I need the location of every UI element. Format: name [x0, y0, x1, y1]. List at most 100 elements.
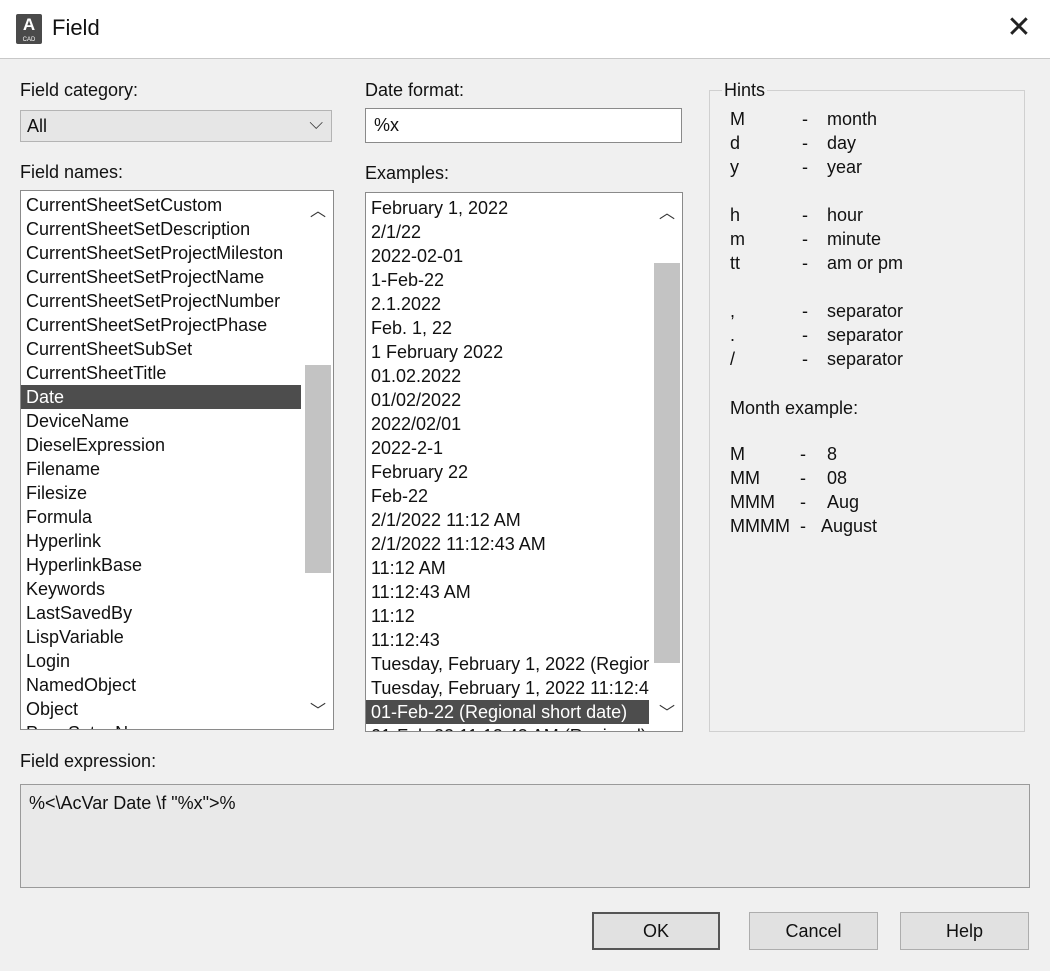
- hint-key: m: [730, 229, 745, 249]
- field-name-item[interactable]: Login: [21, 649, 301, 673]
- field-name-item[interactable]: Date: [21, 385, 301, 409]
- field-name-item[interactable]: LastSavedBy: [21, 601, 301, 625]
- title-bar: A CAD Field ✕: [0, 0, 1050, 59]
- ok-button[interactable]: OK: [592, 912, 720, 950]
- field-name-item[interactable]: CurrentSheetSetProjectMileston: [21, 241, 301, 265]
- field-name-item[interactable]: PageSetupName: [21, 721, 301, 729]
- field-name-item[interactable]: Filesize: [21, 481, 301, 505]
- field-names-scrollbar[interactable]: ︿ ﹀: [303, 191, 333, 729]
- field-name-item[interactable]: Filename: [21, 457, 301, 481]
- example-item[interactable]: 11:12 AM: [366, 556, 649, 580]
- hint-description: 8: [827, 444, 838, 464]
- hint-key: MM: [730, 468, 760, 488]
- field-name-item[interactable]: DieselExpression: [21, 433, 301, 457]
- scroll-down-icon[interactable]: ﹀: [303, 697, 333, 721]
- example-item[interactable]: 01-Feb-22 (Regional short date): [366, 700, 649, 724]
- hint-description: month: [827, 109, 878, 129]
- field-name-item[interactable]: LispVariable: [21, 625, 301, 649]
- example-item[interactable]: 11:12: [366, 604, 649, 628]
- help-button[interactable]: Help: [900, 912, 1029, 950]
- examples-scrollbar[interactable]: ︿ ﹀: [652, 193, 682, 731]
- hint-key: MMMM: [730, 516, 790, 536]
- hint-dash: -: [802, 325, 808, 345]
- scrollbar-thumb[interactable]: [654, 263, 680, 663]
- example-item[interactable]: 11:12:43 AM: [366, 580, 649, 604]
- chevron-down-icon: ⌵: [309, 113, 323, 133]
- field-name-item[interactable]: Object: [21, 697, 301, 721]
- cancel-button[interactable]: Cancel: [749, 912, 878, 950]
- field-name-item[interactable]: CurrentSheetSetDescription: [21, 217, 301, 241]
- example-item[interactable]: Feb-22: [366, 484, 649, 508]
- example-item[interactable]: 2022-02-01: [366, 244, 649, 268]
- field-expression-box[interactable]: %<\AcVar Date \f "%x">%: [20, 784, 1030, 888]
- hint-dash: -: [800, 468, 806, 488]
- app-icon-sub: CAD: [22, 37, 36, 43]
- example-item[interactable]: 2022/02/01: [366, 412, 649, 436]
- example-item[interactable]: 01-Feb-22 11:12:43 AM (Regional): [366, 724, 649, 731]
- example-item[interactable]: February 1, 2022: [366, 196, 649, 220]
- field-name-item[interactable]: CurrentSheetSubSet: [21, 337, 301, 361]
- example-item[interactable]: 2/1/22: [366, 220, 649, 244]
- hint-key: M: [730, 109, 745, 129]
- hint-description: Aug: [827, 492, 860, 512]
- scroll-down-icon[interactable]: ﹀: [652, 699, 682, 723]
- close-icon[interactable]: ✕: [1000, 8, 1038, 48]
- examples-list[interactable]: 01-Feb-22 11:12:43 AM (Regional)01-Feb-2…: [365, 192, 683, 732]
- field-name-item[interactable]: CurrentSheetSetProjectNumber: [21, 289, 301, 313]
- example-item[interactable]: 2022-2-1: [366, 436, 649, 460]
- app-icon-letter: A: [22, 15, 36, 34]
- example-item[interactable]: Tuesday, February 1, 2022 (Regional long…: [366, 652, 649, 676]
- month-example-label: Month example:: [730, 398, 859, 418]
- field-name-item[interactable]: DeviceName: [21, 409, 301, 433]
- field-category-dropdown[interactable]: All ⌵: [20, 110, 332, 142]
- hint-dash: -: [802, 109, 808, 129]
- hint-key: ,: [730, 301, 736, 321]
- field-name-item[interactable]: Formula: [21, 505, 301, 529]
- hint-description: 08: [827, 468, 848, 488]
- field-name-item[interactable]: CurrentSheetSetCustom: [21, 193, 301, 217]
- field-name-item[interactable]: Keywords: [21, 577, 301, 601]
- field-category-value: All: [27, 116, 48, 136]
- example-item[interactable]: 11:12:43: [366, 628, 649, 652]
- hint-description: minute: [827, 229, 882, 249]
- example-item[interactable]: 01/02/2022: [366, 388, 649, 412]
- example-item[interactable]: 1 February 2022: [366, 340, 649, 364]
- example-item[interactable]: Tuesday, February 1, 2022 11:12:43 AM: [366, 676, 649, 700]
- hint-dash: -: [800, 516, 806, 536]
- date-format-value: %x: [374, 115, 400, 135]
- field-name-item[interactable]: CurrentSheetTitle: [21, 361, 301, 385]
- example-item[interactable]: 01.02.2022: [366, 364, 649, 388]
- example-item[interactable]: 1-Feb-22: [366, 268, 649, 292]
- hint-description: separator: [827, 325, 904, 345]
- hint-dash: -: [800, 444, 806, 464]
- scroll-up-icon[interactable]: ︿: [652, 199, 682, 223]
- scrollbar-thumb[interactable]: [305, 365, 331, 573]
- scroll-up-icon[interactable]: ︿: [303, 197, 333, 221]
- field-category-label: Field category:: [20, 80, 139, 100]
- example-item[interactable]: February 22: [366, 460, 649, 484]
- hint-key: MMM: [730, 492, 775, 512]
- example-item[interactable]: 2.1.2022: [366, 292, 649, 316]
- example-item[interactable]: 2/1/2022 11:12 AM: [366, 508, 649, 532]
- hint-dash: -: [802, 157, 808, 177]
- hint-dash: -: [800, 492, 806, 512]
- field-names-list[interactable]: PageSetupNameObjectNamedObjectLoginLispV…: [20, 190, 334, 730]
- hint-dash: -: [802, 133, 808, 153]
- field-name-item[interactable]: NamedObject: [21, 673, 301, 697]
- hint-description: separator: [827, 301, 904, 321]
- field-name-item[interactable]: CurrentSheetSetProjectPhase: [21, 313, 301, 337]
- field-name-item[interactable]: HyperlinkBase: [21, 553, 301, 577]
- field-name-item[interactable]: CurrentSheetSetProjectName: [21, 265, 301, 289]
- field-expression-label: Field expression:: [20, 751, 157, 771]
- example-item[interactable]: Feb. 1, 22: [366, 316, 649, 340]
- field-names-label: Field names:: [20, 162, 124, 182]
- hint-key: y: [730, 157, 739, 177]
- example-item[interactable]: 2/1/2022 11:12:43 AM: [366, 532, 649, 556]
- hint-description: separator: [827, 349, 904, 369]
- hint-dash: -: [802, 301, 808, 321]
- hint-dash: -: [802, 229, 808, 249]
- hint-key: d: [730, 133, 741, 153]
- field-name-item[interactable]: Hyperlink: [21, 529, 301, 553]
- hint-key: /: [730, 349, 736, 369]
- date-format-input[interactable]: %x: [365, 108, 682, 143]
